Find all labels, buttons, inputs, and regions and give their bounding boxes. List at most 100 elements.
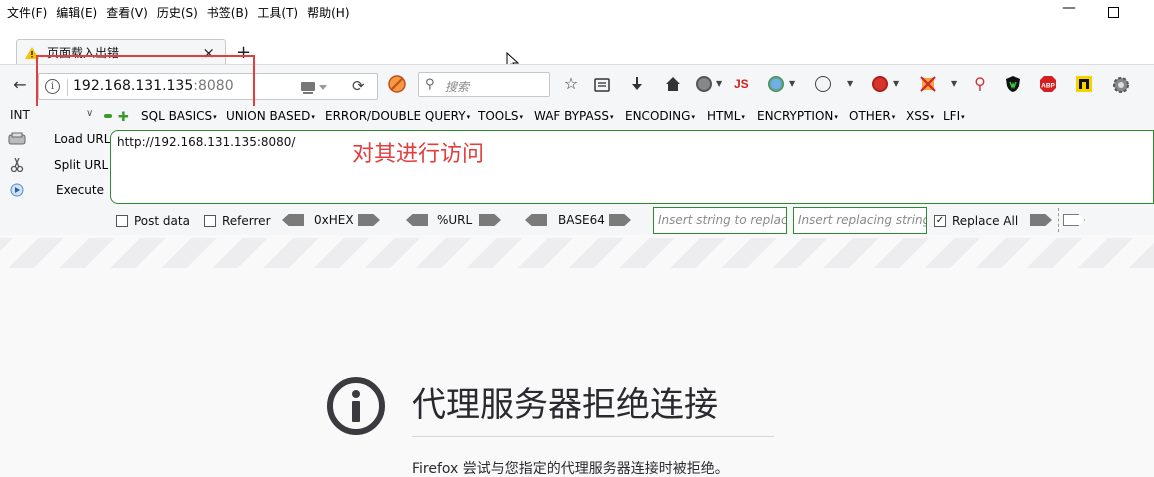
hex-encode-arrow-icon[interactable] <box>358 214 380 226</box>
add-on-gray-icon[interactable] <box>696 76 712 92</box>
split-url-button[interactable]: Split URL <box>8 158 108 172</box>
chevron-down-icon: ▾ <box>741 112 745 121</box>
menu-help[interactable]: 帮助(H) <box>304 4 355 21</box>
base64-decode-arrow-icon[interactable] <box>525 214 547 226</box>
chevron-down-icon[interactable]: ▼ <box>716 79 722 88</box>
page-action-icon[interactable] <box>301 81 329 95</box>
back-arrow-icon[interactable]: ← <box>8 75 32 97</box>
menu-encryption[interactable]: ENCRYPTION▾ <box>757 109 838 123</box>
menu-view[interactable]: 查看(V) <box>103 4 154 21</box>
chevron-down-icon: ▾ <box>691 112 695 121</box>
error-stripe-band <box>0 238 1154 268</box>
insert-string-placeholder: Insert string to replace <box>658 213 786 227</box>
info-circle-icon <box>327 377 385 435</box>
adblock-icon[interactable]: ABP <box>1039 75 1057 93</box>
base64-encode-arrow-icon[interactable] <box>609 214 631 226</box>
post-data-checkbox[interactable]: Post data <box>116 214 190 228</box>
load-url-button[interactable]: Load URL <box>8 132 110 146</box>
checkbox-box[interactable] <box>204 215 216 227</box>
menu-sql-basics[interactable]: SQL BASICS▾ <box>141 109 217 123</box>
search-box[interactable]: ⚲ 搜索 <box>418 72 550 97</box>
minus-icon[interactable] <box>104 114 112 118</box>
int-select-value: INT <box>10 108 30 122</box>
palette-icon[interactable] <box>815 76 831 92</box>
menu-other[interactable]: OTHER▾ <box>849 109 895 123</box>
noscript-icon[interactable] <box>388 75 406 93</box>
menu-file[interactable]: 文件(F) <box>4 4 53 21</box>
menu-union-based[interactable]: UNION BASED▾ <box>226 109 315 123</box>
hackbar-url-textarea[interactable]: http://192.168.131.135:8080/ <box>110 130 1154 204</box>
bookmark-star-icon[interactable]: ☆ <box>561 74 581 93</box>
gear-icon[interactable] <box>1112 76 1130 94</box>
replacing-string-input[interactable]: Insert replacing string <box>793 207 927 234</box>
split-url-label: Split URL <box>54 158 109 172</box>
home-icon[interactable] <box>665 76 681 92</box>
menu-tools[interactable]: 工具(T) <box>254 4 304 21</box>
plus-icon[interactable]: ✚ <box>118 110 129 125</box>
red-addon-icon[interactable] <box>872 76 888 92</box>
menu-waf-bypass[interactable]: WAF BYPASS▾ <box>534 109 613 123</box>
menu-label: UNION BASED <box>226 109 311 123</box>
reload-icon[interactable]: ⟳ <box>352 77 365 95</box>
chevron-down-icon[interactable]: ▼ <box>893 79 899 88</box>
menu-lfi[interactable]: LFI▾ <box>943 109 965 123</box>
hackbar-panel: Load URL Split URL Execute http://192.16… <box>0 128 1154 235</box>
menu-edit[interactable]: 编辑(E) <box>53 4 103 21</box>
scissors-icon <box>10 158 24 172</box>
shield-icon[interactable] <box>1005 75 1021 93</box>
chevron-down-icon[interactable]: ▼ <box>789 79 795 88</box>
error-divider <box>412 436 774 437</box>
menu-error-double-query[interactable]: ERROR/DOUBLE QUERY▾ <box>325 109 470 123</box>
url-encode-arrow-icon[interactable] <box>479 214 501 226</box>
execute-button[interactable]: Execute <box>8 183 104 197</box>
chevron-down-icon[interactable]: ▼ <box>951 79 957 88</box>
url-encode-label: %URL <box>437 213 473 227</box>
svg-text:ABP: ABP <box>1041 83 1055 90</box>
menu-label: TOOLS <box>478 109 519 123</box>
insert-string-input[interactable]: Insert string to replace <box>653 207 787 234</box>
download-icon[interactable] <box>629 76 645 92</box>
int-select[interactable]: INT ∨ <box>10 108 93 122</box>
minimize-icon[interactable]: — <box>1062 0 1076 16</box>
menu-xss[interactable]: XSS▾ <box>906 109 934 123</box>
hex-label: 0xHEX <box>314 213 354 227</box>
menu-label: XSS <box>906 109 930 123</box>
magnifier-icon[interactable]: ⚲ <box>970 74 990 93</box>
referrer-checkbox[interactable]: Referrer <box>204 214 271 228</box>
chevron-down-icon: ▾ <box>519 112 524 121</box>
menu-encoding[interactable]: ENCODING▾ <box>625 109 695 123</box>
divider <box>1058 208 1059 232</box>
menu-tools[interactable]: TOOLS▾ <box>478 109 523 123</box>
hackbar-menu: INT ∨ ✚ SQL BASICS▾ UNION BASED▾ ERROR/DO… <box>0 106 1154 128</box>
checkbox-box[interactable] <box>116 215 128 227</box>
menu-label: WAF BYPASS <box>534 109 609 123</box>
menu-history[interactable]: 历史(S) <box>154 4 204 21</box>
load-url-icon <box>8 132 26 145</box>
replace-arrow-icon[interactable] <box>1030 214 1052 226</box>
maximize-icon[interactable] <box>1108 7 1119 18</box>
replacing-string-placeholder: Insert replacing string <box>798 213 926 227</box>
chevron-down-icon: ▾ <box>213 112 217 121</box>
menu-label: HTML <box>707 109 741 123</box>
base64-label: BASE64 <box>558 213 605 227</box>
menu-label: ENCODING <box>625 109 691 123</box>
menu-label: OTHER <box>849 109 891 123</box>
extension-box-icon[interactable] <box>1076 76 1092 92</box>
collapse-arrow-icon[interactable] <box>1063 214 1085 226</box>
url-decode-arrow-icon[interactable] <box>406 214 428 226</box>
js-toggle-icon[interactable]: JS <box>734 77 749 91</box>
chevron-down-icon: ∨ <box>86 108 94 119</box>
error-title: 代理服务器拒绝连接 <box>412 385 718 425</box>
globe-icon[interactable] <box>768 76 784 92</box>
menu-html[interactable]: HTML▾ <box>707 109 745 123</box>
block-addon-icon[interactable] <box>920 76 936 92</box>
menu-bookmarks[interactable]: 书签(B) <box>204 4 255 21</box>
referrer-label: Referrer <box>222 214 271 228</box>
reading-list-icon[interactable] <box>594 77 610 93</box>
replace-all-checkbox[interactable]: ✓ Replace All <box>934 214 1018 228</box>
error-page <box>0 268 1154 477</box>
hex-decode-arrow-icon[interactable] <box>282 214 304 226</box>
chevron-down-icon[interactable]: ▼ <box>847 79 853 88</box>
checkbox-checked[interactable]: ✓ <box>934 215 946 227</box>
search-icon: ⚲ <box>425 77 435 92</box>
